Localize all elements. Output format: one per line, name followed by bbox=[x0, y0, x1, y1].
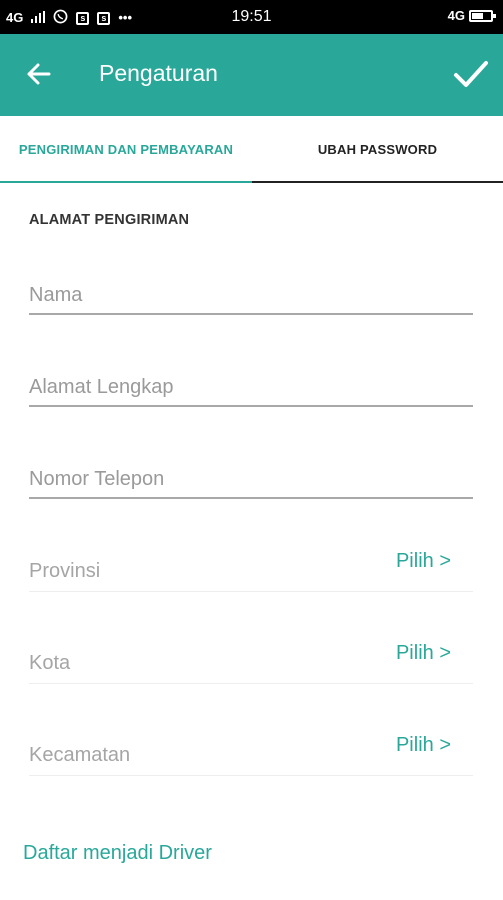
city-pick-button[interactable]: Pilih > bbox=[396, 642, 451, 665]
phone-field bbox=[29, 468, 473, 499]
tab-shipping-payment[interactable]: PENGIRIMAN DAN PEMBAYARAN bbox=[0, 116, 252, 181]
app-bar: Pengaturan bbox=[0, 34, 503, 116]
phone-input[interactable] bbox=[29, 468, 473, 497]
tab-bar: PENGIRIMAN DAN PEMBAYARAN UBAH PASSWORD bbox=[0, 116, 503, 183]
city-divider bbox=[29, 683, 473, 684]
status-time: 19:51 bbox=[231, 8, 272, 25]
tab-change-password[interactable]: UBAH PASSWORD bbox=[252, 116, 503, 181]
district-row: Kecamatan Pilih > bbox=[29, 734, 473, 776]
name-field bbox=[29, 284, 473, 315]
page-title: Pengaturan bbox=[99, 60, 218, 86]
name-field-underline bbox=[29, 313, 473, 315]
phone-field-underline bbox=[29, 497, 473, 499]
district-divider bbox=[29, 775, 473, 776]
address-input[interactable] bbox=[29, 376, 473, 405]
status-right-group: 4G bbox=[447, 8, 496, 24]
province-row: Provinsi Pilih > bbox=[29, 550, 473, 592]
address-field-underline bbox=[29, 405, 473, 407]
city-row: Kota Pilih > bbox=[29, 642, 473, 684]
save-button[interactable] bbox=[447, 52, 495, 100]
province-divider bbox=[29, 591, 473, 592]
back-button[interactable] bbox=[16, 54, 60, 98]
arrow-back-icon bbox=[25, 62, 51, 91]
address-field bbox=[29, 376, 473, 407]
active-tab-indicator bbox=[0, 181, 252, 183]
province-pick-button[interactable]: Pilih > bbox=[396, 550, 451, 573]
district-pick-button[interactable]: Pilih > bbox=[396, 734, 451, 757]
name-input[interactable] bbox=[29, 284, 473, 313]
battery-icon bbox=[469, 10, 496, 22]
network-type: 4G bbox=[447, 8, 465, 23]
section-title: ALAMAT PENGIRIMAN bbox=[29, 212, 190, 228]
check-icon bbox=[453, 59, 489, 94]
register-driver-link[interactable]: Daftar menjadi Driver bbox=[23, 842, 212, 865]
status-bar: 4G s s ••• 19:51 4G bbox=[0, 0, 503, 34]
